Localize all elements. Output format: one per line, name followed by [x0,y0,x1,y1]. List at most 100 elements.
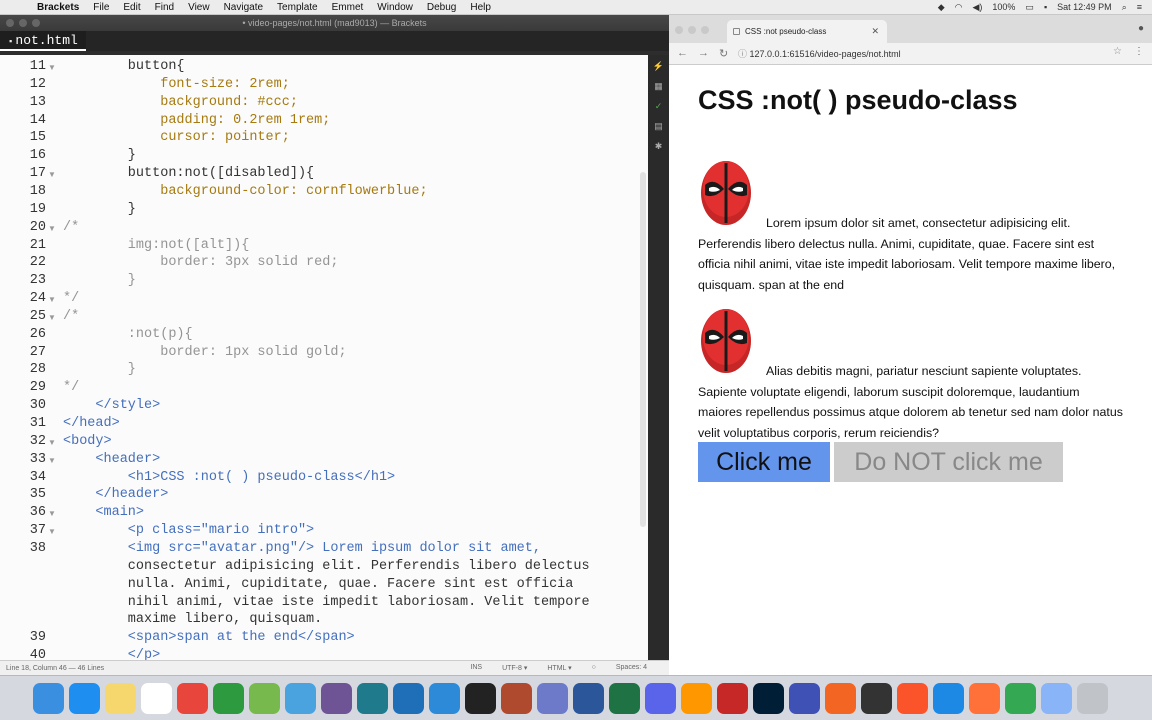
window-controls[interactable] [6,19,40,27]
code-line[interactable]: maxime libero, quisquam. [63,612,322,627]
code-line[interactable]: consectetur adipisicing elit. Perferendi… [63,559,590,574]
code-line[interactable]: </header> [63,487,168,502]
editor-scrollbar[interactable] [640,172,646,527]
menu-edit[interactable]: Edit [116,2,147,13]
code-line[interactable]: } [63,362,136,377]
chrome-menu-icon[interactable]: ⋮ [1134,46,1144,57]
pen-icon[interactable] [825,682,856,714]
brackets-icon[interactable] [429,682,460,714]
fold-toggle-icon[interactable]: ▼ [48,527,56,536]
battery-icon[interactable]: ▭ [1025,2,1034,13]
fold-toggle-icon[interactable]: ▼ [48,509,56,518]
menu-emmet[interactable]: Emmet [325,2,371,13]
menu-app-name[interactable]: Brackets [30,2,86,13]
menu-window[interactable]: Window [370,2,420,13]
dropbox-icon[interactable]: ◆ [938,2,945,13]
app-store-icon[interactable] [69,682,100,714]
file-tab-not-html[interactable]: ▪ not.html [0,31,86,51]
menu-find[interactable]: Find [148,2,181,13]
code-line[interactable]: img:not([alt]){ [63,238,250,253]
linter-status-icon[interactable]: ○ [592,664,596,672]
code-line[interactable]: <main> [63,505,144,520]
linter-icon[interactable]: ✓ [653,101,665,113]
code-editor[interactable]: 11 ▼ button{12 font-size: 2rem; 13 backgro… [0,55,648,667]
menu-debug[interactable]: Debug [420,2,463,13]
gitkraken-icon[interactable] [357,682,388,714]
code-line[interactable]: border: 3px solid red; [63,255,338,270]
code-line[interactable]: background: #ccc; [63,95,298,110]
code-line[interactable]: } [63,148,136,163]
trash-icon[interactable] [1077,682,1108,714]
close-tab-icon[interactable]: ✕ [871,20,879,43]
code-line[interactable]: <header> [63,452,160,467]
indent-setting[interactable]: Spaces: 4 [616,664,647,672]
address-bar[interactable]: ⓘ 127.0.0.1:61516/video-pages/not.html [734,46,1124,62]
fold-toggle-icon[interactable]: ▼ [48,224,56,233]
github-icon[interactable] [321,682,352,714]
github-desktop-icon[interactable] [861,682,892,714]
extension-manager-icon[interactable]: ▦ [653,81,665,93]
page-info-icon[interactable]: ⓘ [738,49,750,59]
code-line[interactable]: /* [63,220,79,235]
android-icon[interactable] [249,682,280,714]
clock[interactable]: Sat 12:49 PM [1057,2,1112,12]
bookmark-star-icon[interactable]: ☆ [1113,46,1122,57]
excel-icon[interactable] [609,682,640,714]
chrome-window-controls[interactable] [675,26,709,34]
downloads-icon[interactable] [1041,682,1072,714]
code-line[interactable]: :not(p){ [63,327,193,342]
chrome-icon[interactable] [177,682,208,714]
encoding-select[interactable]: UTF-8 ▾ [502,664,527,672]
code-line[interactable]: </head> [63,416,120,431]
click-me-button[interactable]: Click me [698,442,830,482]
back-icon[interactable]: ← [677,47,688,60]
firefox-icon[interactable] [969,682,1000,714]
code-line[interactable]: padding: 0.2rem 1rem; [63,113,330,128]
profile-icon[interactable]: ● [1138,23,1144,34]
notification-center-icon[interactable]: ≡ [1137,2,1142,12]
fold-toggle-icon[interactable]: ▼ [48,170,56,179]
folder-icon[interactable] [285,682,316,714]
finder-icon[interactable] [33,682,64,714]
panel-icon[interactable]: ▤ [653,121,665,133]
fold-toggle-icon[interactable]: ▼ [48,63,56,72]
insert-mode[interactable]: INS [470,664,482,672]
debug-icon[interactable]: ✱ [653,141,665,153]
code-line[interactable]: button:not([disabled]){ [63,166,314,181]
wifi-icon[interactable]: ◠ [955,2,963,13]
discord-icon[interactable] [645,682,676,714]
code-line[interactable]: } [63,202,136,217]
code-line[interactable]: button{ [63,59,185,74]
code-line[interactable]: cursor: pointer; [63,130,290,145]
menu-view[interactable]: View [181,2,217,13]
fold-toggle-icon[interactable]: ▼ [48,313,56,322]
fold-toggle-icon[interactable]: ▼ [48,438,56,447]
firefox-dev-icon[interactable] [789,682,820,714]
menu-file[interactable]: File [86,2,116,13]
reload-icon[interactable]: ↻ [719,47,728,60]
leaf-icon[interactable] [213,682,244,714]
code-line[interactable]: nulla. Animi, cupiditate, quae. Facere s… [63,577,574,592]
calendar-icon[interactable] [141,682,172,714]
chrome-tab[interactable]: CSS :not pseudo-class ✕ [727,20,887,43]
forward-icon[interactable]: → [698,47,709,60]
fold-toggle-icon[interactable]: ▼ [48,456,56,465]
terminal-icon[interactable] [465,682,496,714]
menu-navigate[interactable]: Navigate [217,2,270,13]
menu-help[interactable]: Help [463,2,498,13]
code-line[interactable]: font-size: 2rem; [63,77,290,92]
language-select[interactable]: HTML ▾ [547,664,571,672]
photoshop-icon[interactable] [753,682,784,714]
cube-icon[interactable] [501,682,532,714]
code-line[interactable]: } [63,273,136,288]
flag-icon[interactable]: ▪ [1044,2,1047,12]
code-line[interactable]: <h1>CSS :not( ) pseudo-class</h1> [63,470,395,485]
code-line[interactable]: </style> [63,398,160,413]
code-line[interactable]: <body> [63,434,112,449]
code-line[interactable]: <span>span at the end</span> [63,630,355,645]
safari-icon[interactable] [933,682,964,714]
filezilla-icon[interactable] [717,682,748,714]
notes-icon[interactable] [105,682,136,714]
code-line[interactable]: */ [63,380,79,395]
code-line[interactable]: /* [63,309,79,324]
